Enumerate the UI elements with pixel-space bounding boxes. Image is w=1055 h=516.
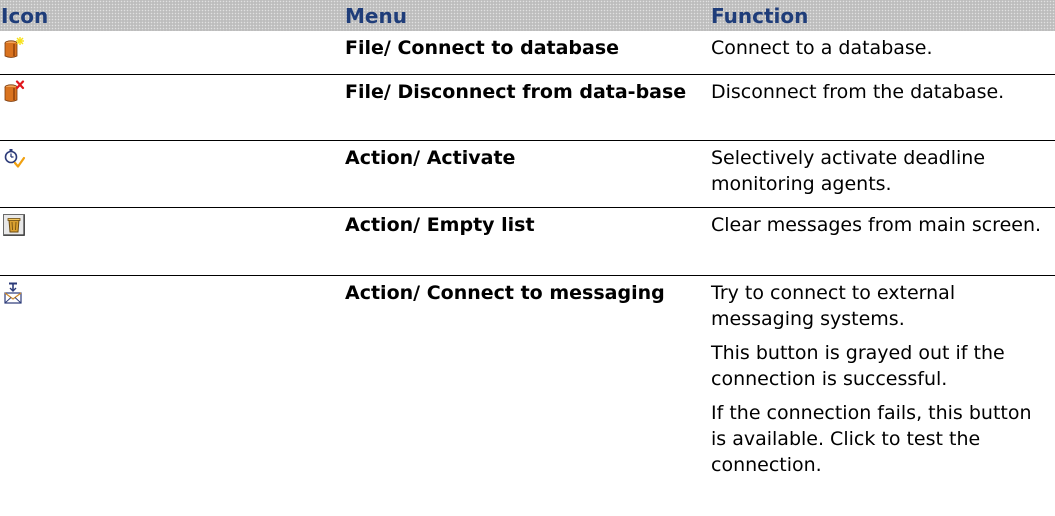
table-header: Icon Menu Function <box>0 0 1055 31</box>
icon-cell <box>0 275 339 482</box>
function-text: This button is grayed out if the connect… <box>711 341 1005 390</box>
table-body: File/ Connect to database Connect to a d… <box>0 31 1055 482</box>
icon-cell <box>0 140 339 207</box>
connect-messaging-icon <box>4 282 22 304</box>
function-cell: Selectively activate deadline monitoring… <box>707 140 1055 207</box>
function-cell: Clear messages from main screen. <box>707 207 1055 275</box>
function-text: If the connection fails, this button is … <box>711 401 1032 476</box>
menu-cell: Action/ Connect to messaging <box>345 281 665 304</box>
icon-column-header: Icon <box>0 0 339 31</box>
activate-agents-icon <box>4 148 26 168</box>
menu-cell: File/ Connect to database <box>345 37 620 59</box>
empty-list-icon <box>3 213 25 236</box>
function-cell: Connect to a database. <box>707 31 1055 74</box>
table-row: File/ Disconnect from data-base Disconne… <box>0 74 1055 140</box>
icon-cell <box>0 207 339 275</box>
icon-cell <box>0 31 339 74</box>
function-text: Disconnect from the database. <box>711 80 1005 103</box>
table-row: Action/ Empty list Clear messages from m… <box>0 207 1055 275</box>
function-text: Connect to a database. <box>711 37 933 59</box>
table-row: Action/ Activate Selectively activate de… <box>0 140 1055 207</box>
icon-cell <box>0 74 339 140</box>
function-text: Try to connect to external messaging sys… <box>711 281 956 330</box>
disconnect-database-icon <box>4 79 25 102</box>
menu-function-table: Icon Menu Function File/ Connect to data… <box>0 0 1055 482</box>
function-cell: Disconnect from the database. <box>707 74 1055 140</box>
menu-cell: Action/ Empty list <box>345 213 535 236</box>
function-text: Selectively activate deadline monitoring… <box>711 146 986 195</box>
menu-column-header: Menu <box>339 0 707 31</box>
function-cell: Try to connect to external messaging sys… <box>707 275 1055 482</box>
function-text: Clear messages from main screen. <box>711 213 1042 236</box>
table-row: File/ Connect to database Connect to a d… <box>0 31 1055 74</box>
menu-cell: File/ Disconnect from data-base <box>345 80 687 103</box>
table-row: Action/ Connect to messaging Try to conn… <box>0 275 1055 482</box>
menu-cell: Action/ Activate <box>345 146 516 169</box>
connect-database-icon <box>4 37 24 58</box>
header-row: Icon Menu Function <box>0 0 1055 31</box>
function-column-header: Function <box>707 0 1055 31</box>
